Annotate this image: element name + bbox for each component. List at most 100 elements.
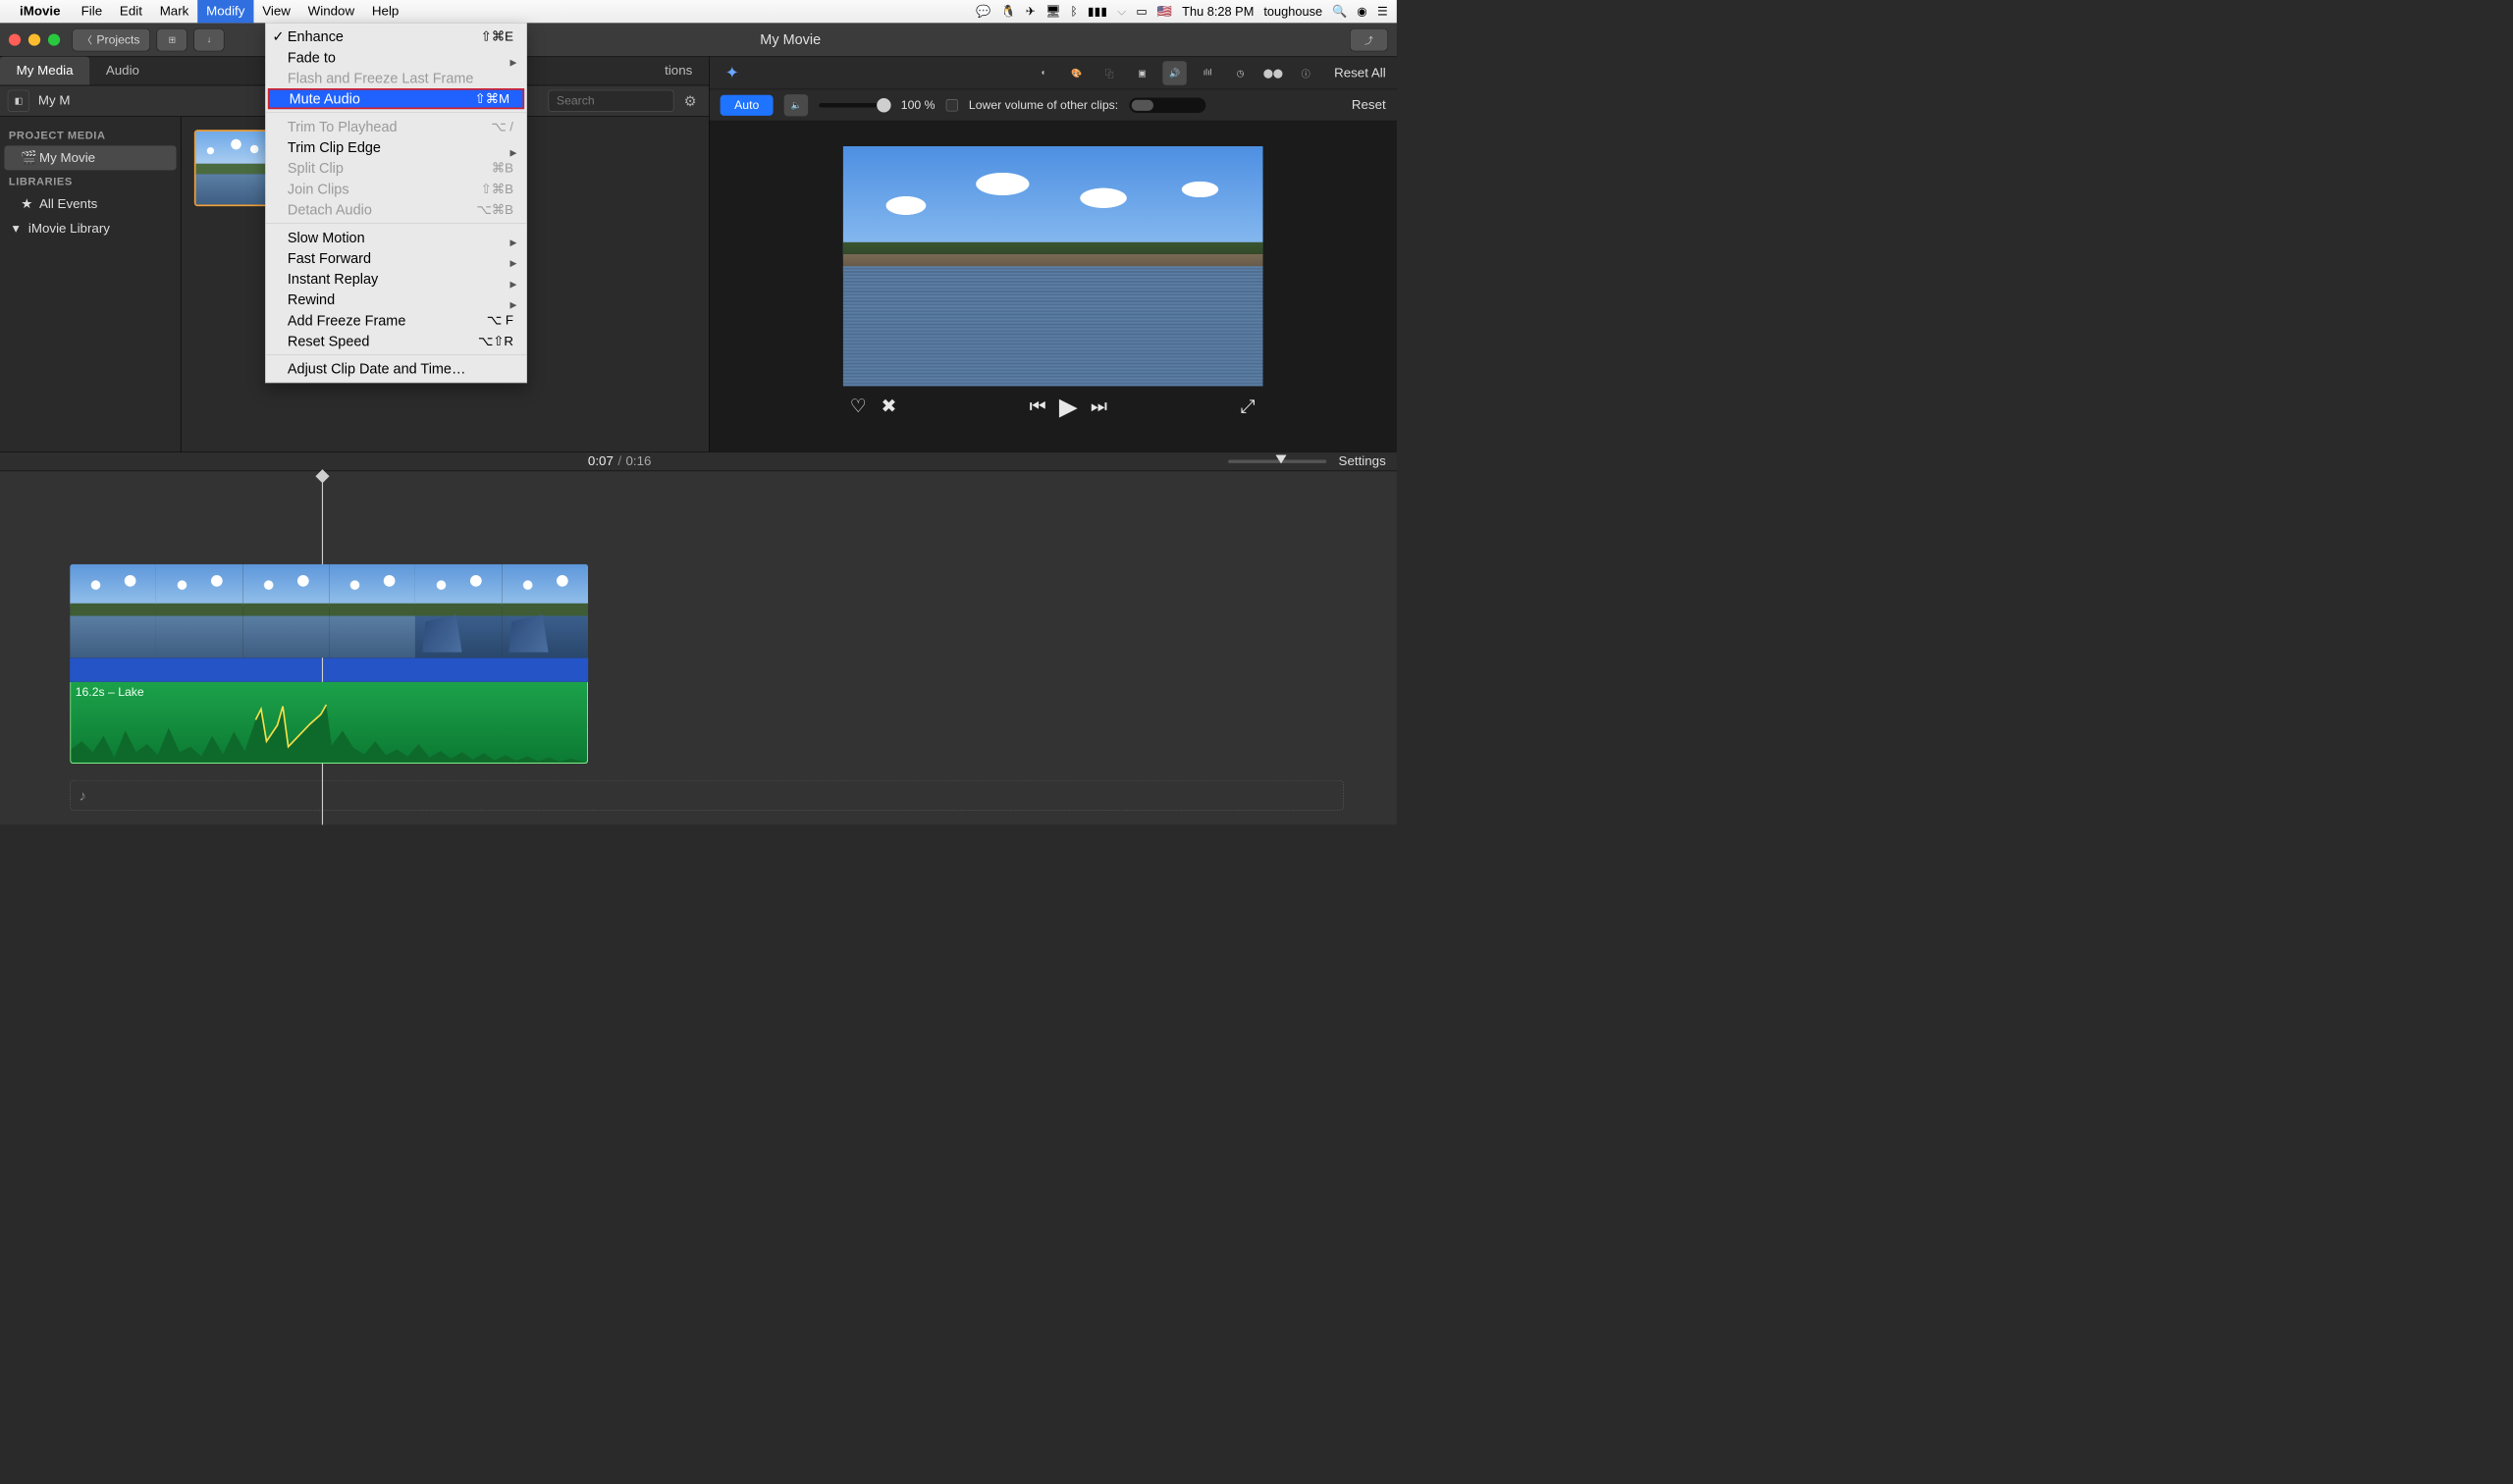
reject-button[interactable]: ✖: [874, 396, 904, 417]
lower-volume-checkbox[interactable]: [946, 99, 958, 111]
menu-slow-motion[interactable]: Slow Motion: [266, 227, 527, 247]
media-import-button[interactable]: ⊞: [157, 28, 187, 51]
menu-rewind[interactable]: Rewind: [266, 290, 527, 310]
share-button[interactable]: ⤴: [1350, 28, 1388, 51]
reset-all-button[interactable]: Reset All: [1334, 65, 1386, 80]
location-icon[interactable]: ✈︎: [1026, 4, 1036, 18]
menu-mark[interactable]: Mark: [151, 0, 197, 23]
menu-split-clip: Split Clip⌘B: [266, 158, 527, 179]
menu-fast-forward[interactable]: Fast Forward: [266, 247, 527, 268]
video-track[interactable]: [70, 564, 588, 659]
menu-file[interactable]: File: [73, 0, 111, 23]
music-well[interactable]: ♪: [70, 780, 1344, 811]
sidebar-item-my-movie[interactable]: 🎬My Movie: [4, 145, 176, 170]
sidebar-item-label: iMovie Library: [28, 221, 110, 237]
zoom-slider[interactable]: [1228, 460, 1326, 463]
bluetooth-icon[interactable]: ᛒ: [1071, 4, 1078, 18]
clip-thumbnail[interactable]: 16.2s: [194, 130, 271, 206]
menu-enhance[interactable]: Enhance⇧⌘E: [266, 26, 527, 47]
wechat-icon[interactable]: 💬: [976, 4, 990, 18]
volume-slider[interactable]: [819, 103, 889, 107]
menu-add-freeze[interactable]: Add Freeze Frame⌥ F: [266, 310, 527, 331]
projects-back-button[interactable]: 〈Projects: [72, 28, 150, 51]
menu-mute-audio[interactable]: Mute Audio⇧⌘M: [268, 88, 524, 109]
auto-button[interactable]: Auto: [721, 94, 774, 115]
projects-label: Projects: [96, 32, 139, 46]
sidebar-toggle-button[interactable]: ◧: [8, 90, 29, 112]
menu-adjust-date[interactable]: Adjust Clip Date and Time…: [266, 358, 527, 379]
spotlight-icon[interactable]: 🔍: [1332, 4, 1347, 18]
menu-modify[interactable]: Modify: [197, 0, 253, 23]
siri-icon[interactable]: ◉: [1357, 4, 1367, 18]
wifi-icon[interactable]: ⌵: [1117, 4, 1126, 18]
fullscreen-button[interactable]: ⤢: [1233, 396, 1263, 417]
timeline[interactable]: 16.2s – Lake ♪: [0, 471, 1397, 824]
slider-knob[interactable]: [1131, 99, 1152, 110]
menu-view[interactable]: View: [253, 0, 298, 23]
battery-icon[interactable]: ▮▮▮: [1088, 4, 1107, 18]
tab-my-media[interactable]: My Media: [0, 57, 89, 85]
lower-volume-label: Lower volume of other clips:: [969, 98, 1118, 112]
breadcrumb[interactable]: My M: [38, 93, 71, 109]
favorite-button[interactable]: ♡: [843, 396, 874, 417]
display-icon[interactable]: 🖥: [1045, 4, 1061, 18]
reset-button[interactable]: Reset: [1352, 97, 1386, 113]
time-total: 0:16: [625, 453, 651, 469]
close-icon[interactable]: [9, 33, 21, 45]
app-name[interactable]: iMovie: [20, 4, 61, 20]
sidebar-item-label: All Events: [39, 196, 97, 212]
info-button[interactable]: ⓘ: [1294, 61, 1317, 84]
menu-instant-replay[interactable]: Instant Replay: [266, 268, 527, 289]
adjust-toolbar: ✦ ◐ 🎨 ⿻ ▣ 🔊 ılıl ◷ ⬤⬤ ⓘ Reset All: [710, 57, 1397, 89]
play-button[interactable]: ▶: [1053, 393, 1084, 420]
gear-icon: ⚙: [684, 92, 697, 109]
color-correction-button[interactable]: 🎨: [1065, 61, 1089, 84]
clip-selection-bar[interactable]: [70, 658, 588, 681]
stabilize-button[interactable]: ▣: [1130, 61, 1153, 84]
browser-options-button[interactable]: ⚙: [679, 90, 701, 112]
power-icon[interactable]: ▭: [1136, 4, 1148, 18]
star-icon: ★: [21, 196, 32, 212]
filter-button[interactable]: ⬤⬤: [1261, 61, 1285, 84]
tab-transitions-visible[interactable]: tions: [648, 57, 709, 85]
video-frame[interactable]: [843, 146, 1263, 387]
media-download-button[interactable]: ↓: [194, 28, 225, 51]
timeline-settings-button[interactable]: Settings: [1339, 453, 1386, 469]
audio-track[interactable]: 16.2s – Lake: [70, 682, 588, 764]
menu-help[interactable]: Help: [363, 0, 407, 23]
search-input[interactable]: [549, 90, 674, 112]
color-balance-icon: ◐: [1042, 68, 1046, 78]
menu-reset-speed[interactable]: Reset Speed⌥⇧R: [266, 331, 527, 351]
menu-trim-edge[interactable]: Trim Clip Edge: [266, 137, 527, 158]
crop-button[interactable]: ⿻: [1097, 61, 1121, 84]
window-traffic-lights[interactable]: [9, 33, 60, 45]
sidebar-item-all-events[interactable]: ★ All Events: [4, 191, 176, 216]
volume-button[interactable]: 🔊: [1163, 61, 1187, 84]
fullscreen-icon[interactable]: [48, 33, 60, 45]
menu-fade-to[interactable]: Fade to: [266, 47, 527, 68]
menubar-user[interactable]: toughouse: [1263, 4, 1322, 19]
speed-button[interactable]: ◷: [1228, 61, 1252, 84]
color-balance-button[interactable]: ◐: [1032, 61, 1055, 84]
tab-audio[interactable]: Audio: [89, 57, 155, 85]
notification-center-icon[interactable]: ☰: [1377, 4, 1388, 18]
slider-knob[interactable]: [877, 98, 890, 112]
sidebar-item-imovie-library[interactable]: ▾iMovie Library: [4, 216, 176, 240]
menubar-clock[interactable]: Thu 8:28 PM: [1182, 4, 1254, 19]
magic-wand-button[interactable]: ✦: [721, 61, 744, 84]
prev-button[interactable]: ⏮: [1023, 396, 1053, 417]
timeline-clip[interactable]: 16.2s – Lake: [70, 564, 588, 764]
minimize-icon[interactable]: [28, 33, 40, 45]
mute-toggle[interactable]: 🔈: [784, 94, 808, 116]
menu-window[interactable]: Window: [299, 0, 363, 23]
expand-icon: ⤢: [1241, 396, 1256, 416]
noise-button[interactable]: ılıl: [1196, 61, 1219, 84]
qq-icon[interactable]: 🐧: [1001, 4, 1016, 18]
next-button[interactable]: ⏭: [1084, 396, 1114, 417]
zoom-knob[interactable]: [1275, 455, 1286, 464]
ducking-slider[interactable]: [1129, 97, 1205, 113]
menu-edit[interactable]: Edit: [111, 0, 151, 23]
window-titlebar: 〈Projects ⊞ ↓ My Movie ⤴: [0, 23, 1397, 56]
music-icon: ♪: [80, 787, 86, 804]
input-flag-icon[interactable]: 🇺🇸: [1157, 4, 1172, 18]
